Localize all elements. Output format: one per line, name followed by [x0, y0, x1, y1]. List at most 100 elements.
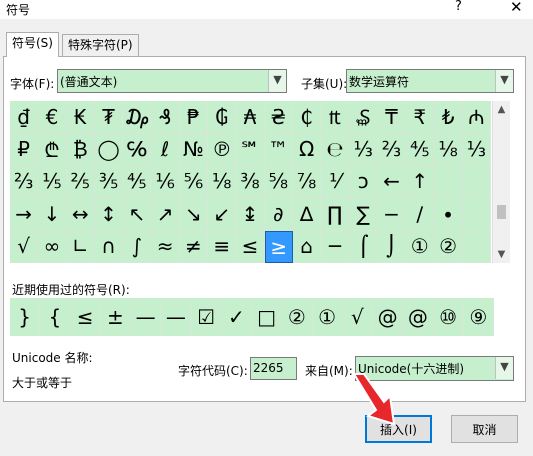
- recent-symbol-cell[interactable]: ±: [101, 298, 131, 336]
- symbol-cell[interactable]: ⅕: [38, 165, 67, 199]
- symbol-cell[interactable]: ①: [406, 230, 435, 263]
- recent-symbol-cell[interactable]: —: [161, 298, 192, 336]
- recent-symbol-cell[interactable]: @: [403, 298, 434, 336]
- symbol-cell[interactable]: ₾: [38, 133, 67, 166]
- symbol-cell[interactable]: [462, 230, 491, 263]
- symbol-cell[interactable]: №: [179, 133, 209, 166]
- symbol-cell[interactable]: ₼: [462, 101, 491, 134]
- symbol-cell[interactable]: ↄ: [349, 165, 378, 199]
- char-code-field[interactable]: [250, 357, 298, 380]
- symbol-cell[interactable]: ≠: [179, 230, 209, 263]
- symbol-cell[interactable]: ∙: [434, 198, 463, 231]
- symbol-cell[interactable]: ₹: [406, 101, 435, 134]
- symbol-cell[interactable]: ⅙: [151, 165, 180, 199]
- symbol-cell[interactable]: ⅞: [292, 165, 322, 199]
- recent-symbol-cell[interactable]: ②: [282, 298, 313, 336]
- symbol-cell[interactable]: ₶: [321, 101, 350, 134]
- symbol-cell[interactable]: ⌂: [292, 230, 322, 263]
- recent-symbol-cell[interactable]: {: [40, 298, 71, 336]
- symbol-cell[interactable]: ⅚: [179, 165, 209, 199]
- symbol-cell[interactable]: ↗: [151, 198, 180, 231]
- symbol-cell[interactable]: ∕: [406, 198, 435, 231]
- symbol-cell[interactable]: ℅: [123, 133, 152, 166]
- symbol-cell[interactable]: ™: [264, 133, 293, 166]
- symbol-cell[interactable]: Ω: [292, 133, 322, 166]
- symbol-cell[interactable]: ₸: [377, 101, 407, 134]
- tab-symbols[interactable]: 符号(S): [6, 32, 59, 57]
- symbol-cell[interactable]: ₴: [264, 101, 293, 134]
- symbol-cell[interactable]: ℓ: [151, 133, 180, 166]
- symbol-cell[interactable]: ₭: [66, 101, 95, 134]
- symbol-cell[interactable]: ₵: [292, 101, 322, 134]
- symbol-cell[interactable]: ℠: [236, 133, 265, 166]
- symbol-cell[interactable]: [462, 165, 491, 199]
- symbol-cell[interactable]: ≡: [208, 230, 237, 263]
- symbol-cell[interactable]: ₷: [349, 101, 378, 134]
- symbol-cell-selected[interactable]: ≥: [264, 230, 293, 263]
- symbol-cell[interactable]: −: [377, 198, 407, 231]
- symbol-grid-scrollbar[interactable]: ▲ ▼: [492, 101, 510, 263]
- symbol-cell[interactable]: [434, 165, 463, 199]
- symbol-cell[interactable]: ₲: [208, 101, 237, 134]
- symbol-cell[interactable]: ⅛: [434, 133, 463, 166]
- symbol-cell[interactable]: ℮: [321, 133, 350, 166]
- recent-symbol-cell[interactable]: ✓: [222, 298, 252, 336]
- symbol-cell[interactable]: ↓: [38, 198, 67, 231]
- symbol-cell[interactable]: ↑: [406, 165, 435, 199]
- chevron-down-icon[interactable]: ▼: [495, 70, 513, 92]
- symbol-cell[interactable]: ⅖: [66, 165, 95, 199]
- symbol-cell[interactable]: →: [10, 198, 39, 231]
- scroll-down-icon[interactable]: ▼: [493, 246, 510, 263]
- recent-symbol-cell[interactable]: ≤: [71, 298, 101, 336]
- symbol-cell[interactable]: ⅝: [264, 165, 293, 199]
- tab-special-characters[interactable]: 特殊字符(P): [62, 34, 139, 56]
- symbol-cell[interactable]: ₺: [434, 101, 463, 134]
- symbol-cell[interactable]: ₰: [151, 101, 180, 134]
- symbol-cell[interactable]: ⅟: [321, 165, 350, 199]
- symbol-cell[interactable]: ⅘: [406, 133, 435, 166]
- symbol-cell[interactable]: ∟: [66, 230, 95, 263]
- symbol-cell[interactable]: ─: [321, 230, 350, 263]
- symbol-cell[interactable]: ⌡: [377, 230, 407, 263]
- symbol-cell[interactable]: ∩: [94, 230, 124, 263]
- recent-symbol-cell[interactable]: —: [131, 298, 162, 336]
- symbol-cell[interactable]: ⅘: [123, 165, 152, 199]
- recent-symbol-cell[interactable]: ①: [313, 298, 343, 336]
- symbol-cell[interactable]: ∑: [349, 198, 378, 231]
- scroll-thumb[interactable]: [497, 205, 506, 219]
- recent-symbol-cell[interactable]: ⑨: [464, 298, 494, 336]
- recent-symbol-cell[interactable]: √: [343, 298, 373, 336]
- close-icon[interactable]: ✕: [510, 0, 523, 16]
- symbol-cell[interactable]: €: [38, 101, 67, 134]
- recent-symbol-cell[interactable]: □: [252, 298, 283, 336]
- symbol-cell[interactable]: [462, 198, 491, 231]
- symbol-cell[interactable]: ↖: [123, 198, 152, 231]
- symbol-cell[interactable]: ∏: [321, 198, 350, 231]
- recent-symbol-cell[interactable]: ⑩: [434, 298, 464, 336]
- font-select[interactable]: (普通文本) ▼: [57, 69, 287, 93]
- recent-symbol-cell[interactable]: ☑: [192, 298, 222, 336]
- symbol-cell[interactable]: ₱: [179, 101, 209, 134]
- symbol-cell[interactable]: ₫: [10, 101, 39, 134]
- symbol-cell[interactable]: ⅓: [349, 133, 378, 166]
- symbol-cell[interactable]: ↕: [94, 198, 124, 231]
- cancel-button[interactable]: 取消: [451, 415, 518, 443]
- symbol-cell[interactable]: ⅔: [10, 165, 39, 199]
- subset-select[interactable]: 数学运算符 ▼: [346, 69, 514, 93]
- help-icon[interactable]: ?: [455, 0, 462, 14]
- symbol-cell[interactable]: ⅔: [377, 133, 407, 166]
- symbol-cell[interactable]: ⅜: [236, 165, 265, 199]
- symbol-cell[interactable]: ②: [434, 230, 463, 263]
- symbol-cell[interactable]: ₮: [94, 101, 124, 134]
- chevron-down-icon[interactable]: ▼: [495, 357, 513, 379]
- symbol-cell[interactable]: ⌠: [349, 230, 378, 263]
- symbol-cell[interactable]: ₿: [66, 133, 95, 166]
- symbol-cell[interactable]: ∞: [38, 230, 67, 263]
- symbol-cell[interactable]: ₽: [10, 133, 39, 166]
- symbol-cell[interactable]: ↘: [179, 198, 209, 231]
- symbol-cell[interactable]: ⅛: [208, 165, 237, 199]
- symbol-cell[interactable]: ∫: [123, 230, 152, 263]
- recent-symbols-grid[interactable]: }{≤ ± — — ☑ ✓ □ ② ① √ @ @ ⑩ ⑨: [10, 298, 494, 336]
- symbol-cell[interactable]: ↔: [66, 198, 95, 231]
- recent-symbol-cell[interactable]: @: [373, 298, 404, 336]
